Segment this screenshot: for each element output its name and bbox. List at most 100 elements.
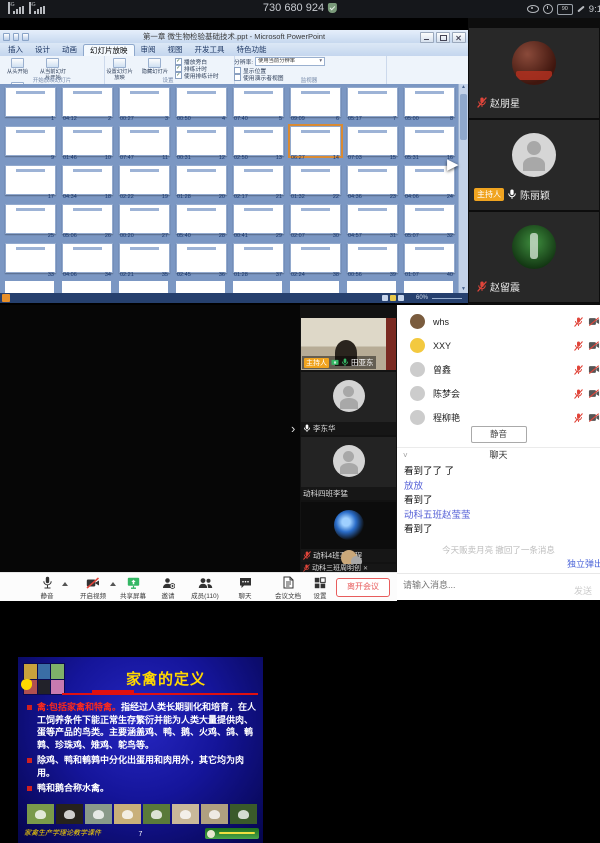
next-page-icon[interactable]: ▶ — [447, 155, 459, 173]
member-row[interactable]: 曾鑫 — [397, 358, 600, 382]
slide-thumbnail[interactable] — [62, 204, 113, 234]
slide-thumbnail[interactable] — [290, 87, 341, 117]
ribbon-tab[interactable]: 审阅 — [135, 43, 162, 56]
ribbon-tab[interactable]: 视图 — [162, 43, 189, 56]
slide-cell: 05:06 26 — [59, 203, 116, 242]
slide-thumbnail[interactable] — [62, 126, 113, 156]
slide-thumbnail[interactable] — [290, 243, 341, 273]
ribbon-tab[interactable]: 设计 — [29, 43, 56, 56]
slide-thumbnail[interactable] — [233, 165, 284, 195]
slide-thumbnail[interactable] — [404, 87, 455, 117]
slide-thumbnail[interactable] — [176, 204, 227, 234]
slide-thumbnail[interactable] — [290, 204, 341, 234]
slide-label: 00:27 3 — [120, 116, 168, 122]
video-tile[interactable]: 李东华 — [301, 372, 396, 435]
slide-time: 02:17 — [234, 194, 248, 200]
slide-thumbnail[interactable] — [119, 126, 170, 156]
slide-cell: 00:56 39 — [344, 242, 401, 281]
member-row[interactable]: XXY — [397, 334, 600, 358]
slide-thumbnail[interactable] — [119, 243, 170, 273]
mute-toggle-button[interactable]: 静音 — [25, 576, 69, 600]
poultry-photo — [172, 804, 199, 824]
ribbon-tab[interactable]: 插入 — [2, 43, 29, 56]
ribbon-tabs: 插入 设计 动画 幻灯片放映 审阅 视图 开发工具 特色功能 — [0, 43, 468, 56]
ribbon-button[interactable]: 隐藏幻灯片 — [139, 57, 170, 75]
slide-label: 25 — [6, 233, 54, 239]
slide-thumbnail[interactable] — [290, 165, 341, 195]
video-toggle-button[interactable]: 开启视频 — [71, 576, 115, 600]
slide-thumbnail[interactable] — [290, 126, 341, 156]
slide-thumbnail[interactable] — [62, 165, 113, 195]
slide-label: 02:24 38 — [291, 272, 339, 278]
slide-thumbnail[interactable] — [5, 243, 56, 273]
avatar-placeholder — [333, 380, 365, 412]
ribbon-tab[interactable]: 动画 — [56, 43, 83, 56]
chat-input[interactable] — [397, 574, 559, 596]
slide-thumbnail[interactable] — [5, 165, 56, 195]
participant-tile[interactable]: 主持人 陈丽颖 — [469, 120, 599, 210]
send-button[interactable]: 发送 — [574, 584, 592, 597]
member-row[interactable]: 陈梦会 — [397, 382, 600, 406]
slide-thumbnail[interactable] — [404, 126, 455, 156]
slide-thumbnail[interactable] — [176, 243, 227, 273]
video-tile-partial[interactable]: 动科三班周明创 ✕ — [301, 564, 396, 572]
participant-tile[interactable]: 赵朋星 — [469, 28, 599, 118]
bullet-marker — [27, 705, 32, 710]
ribbon-tab[interactable]: 开发工具 — [189, 43, 231, 56]
chat-button[interactable]: 聊天 — [223, 576, 267, 600]
camera-off-icon — [588, 389, 600, 398]
slide-thumbnail[interactable] — [62, 87, 113, 117]
slide-thumbnail[interactable] — [62, 243, 113, 273]
sorter-scrollbar[interactable]: ▲ ▼ — [458, 84, 468, 293]
mic-options-caret-icon[interactable] — [62, 582, 68, 586]
slide-thumbnail[interactable] — [233, 204, 284, 234]
slide-thumbnail[interactable] — [233, 87, 284, 117]
participant-tile[interactable]: 赵留震 — [469, 212, 599, 302]
ribbon-tab[interactable]: 特色功能 — [231, 43, 273, 56]
leave-meeting-button[interactable]: 离开会议 — [336, 578, 390, 597]
collapse-chevron-icon[interactable]: › — [291, 421, 295, 436]
slide-label: 9 — [6, 155, 54, 161]
slide-thumbnail[interactable] — [233, 126, 284, 156]
close-icon[interactable]: ✕ — [363, 565, 368, 572]
ribbon-button[interactable]: 从头开始 — [2, 57, 33, 75]
slide-thumbnail[interactable] — [347, 87, 398, 117]
poultry-photo — [27, 804, 54, 824]
minimize-icon[interactable] — [420, 32, 434, 43]
slide-thumbnail[interactable] — [119, 204, 170, 234]
members-icon — [198, 577, 213, 589]
slide-thumbnail[interactable] — [347, 243, 398, 273]
slide-thumbnail[interactable] — [233, 243, 284, 273]
slide-thumbnail[interactable] — [176, 87, 227, 117]
slide-thumbnail[interactable] — [176, 165, 227, 195]
slide-thumbnail[interactable] — [347, 126, 398, 156]
view-buttons[interactable] — [382, 295, 404, 301]
maximize-icon[interactable] — [436, 32, 450, 43]
participant-name: 赵朋星 — [490, 95, 520, 110]
slide-thumbnail[interactable] — [404, 204, 455, 234]
slide-thumbnail[interactable] — [347, 204, 398, 234]
slide-thumbnail[interactable] — [5, 87, 56, 117]
slide-cell: 04:34 18 — [59, 164, 116, 203]
mute-button[interactable]: 静音 — [471, 426, 527, 443]
window-titlebar[interactable]: 第一章 微生物检验基础技术.ppt - Microsoft PowerPoint — [0, 30, 468, 44]
slide-thumbnail[interactable] — [404, 243, 455, 273]
slide-thumbnail[interactable] — [5, 126, 56, 156]
popout-chat-link[interactable]: 独立弹出 — [567, 557, 600, 570]
video-tile-host[interactable]: 主持人 田亚东 — [301, 318, 396, 370]
slide-label: 01:28 20 — [177, 194, 225, 200]
zoom-slider[interactable] — [432, 298, 462, 300]
slide-time: 01:46 — [63, 155, 77, 161]
members-button[interactable]: 成员(110) — [183, 576, 227, 600]
slide-thumbnail[interactable] — [119, 87, 170, 117]
quick-access-toolbar[interactable] — [3, 33, 29, 40]
close-icon[interactable] — [452, 32, 466, 43]
slide-thumbnail[interactable] — [5, 204, 56, 234]
resolution-dropdown[interactable]: 使用当前分辨率 — [255, 57, 325, 66]
slide-thumbnail[interactable] — [347, 165, 398, 195]
video-tile[interactable]: 动科四班李猛 — [301, 437, 396, 500]
member-row[interactable]: whs — [397, 310, 600, 334]
slide-thumbnail[interactable] — [119, 165, 170, 195]
slide-thumbnail[interactable] — [176, 126, 227, 156]
ribbon-tab[interactable]: 幻灯片放映 — [83, 44, 135, 56]
